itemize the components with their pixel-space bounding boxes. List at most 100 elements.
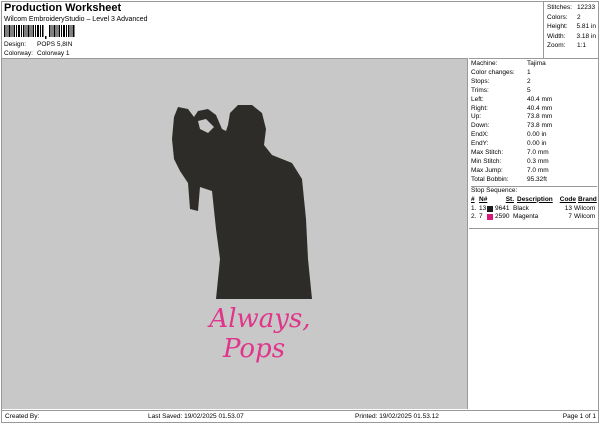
- summary-key: Width:: [547, 32, 566, 40]
- detail-value: 0.3 mm: [527, 157, 549, 165]
- detail-value: 0.00 in: [527, 131, 547, 139]
- footer: Created By: Last Saved: 19/02/2025 01.53…: [2, 410, 599, 422]
- design-row: Design: POPS 5,8IN: [4, 41, 72, 48]
- summary-key: Height:: [547, 23, 568, 30]
- summary-value: 1:1: [577, 42, 587, 49]
- row-st: 9641: [495, 204, 510, 212]
- detail-row: Up: 73.8 mm: [471, 113, 597, 122]
- col-description: Description: [517, 195, 553, 203]
- detail-key: Machine:: [471, 60, 498, 67]
- summary-row: Height: 5.81 in: [547, 22, 596, 32]
- detail-key: Color changes:: [471, 68, 515, 76]
- summary-value: 12233: [577, 4, 596, 11]
- col-code: Code: [559, 195, 576, 203]
- detail-key: Max Jump:: [471, 166, 503, 174]
- summary-key: Stitches:: [547, 4, 572, 11]
- row-n: 7: [479, 213, 483, 221]
- row-description: Magenta: [513, 213, 539, 221]
- detail-row: Max Jump: 7.0 mm: [471, 167, 597, 176]
- row-code: 13: [564, 204, 572, 212]
- detail-row: EndY: 0.00 in: [471, 140, 597, 149]
- stop-sequence-row: 2. 7 2590 Magenta 7 Wilcom: [471, 213, 597, 222]
- detail-value: Tajima: [527, 60, 546, 67]
- detail-row: Down: 73.8 mm: [471, 122, 597, 131]
- thread-color-swatch: [487, 214, 493, 221]
- row-code: 7: [568, 213, 572, 221]
- detail-key: Max Stitch:: [471, 149, 504, 157]
- detail-value: 95.32ft: [527, 175, 547, 183]
- last-saved: Last Saved: 19/02/2025 01.53.07: [148, 413, 244, 420]
- row-brand: Wilcom: [574, 213, 596, 221]
- detail-key: Left:: [471, 95, 484, 103]
- detail-row: Trims: 5: [471, 87, 597, 96]
- detail-value: 1: [527, 68, 531, 76]
- detail-row: Color changes: 1: [471, 69, 597, 78]
- detail-row: Machine: Tajima: [471, 60, 597, 69]
- printed-date: Printed: 19/02/2025 01.53.12: [355, 413, 439, 420]
- detail-row: Stops: 2: [471, 78, 597, 87]
- detail-value: 7.0 mm: [527, 149, 549, 157]
- detail-value: 73.8 mm: [527, 113, 553, 121]
- detail-row: Right: 40.4 mm: [471, 105, 597, 114]
- summary-key: Colors:: [547, 13, 568, 21]
- detail-key: Down:: [471, 122, 490, 130]
- summary-row: Colors: 2: [547, 13, 596, 23]
- summary-row: Stitches: 12233: [547, 3, 596, 13]
- detail-key: Min Stitch:: [471, 157, 502, 165]
- detail-key: Stops:: [471, 77, 490, 85]
- details-panel: Machine: Tajima Color changes: 1 Stops: 2 Trim…: [469, 58, 599, 409]
- detail-value: 5: [527, 86, 531, 94]
- detail-key: Trims:: [471, 86, 489, 94]
- detail-key: EndX:: [471, 131, 489, 139]
- detail-value: 2: [527, 77, 531, 85]
- detail-value: 0.00 in: [527, 140, 547, 148]
- software-name: Wilcom EmbroideryStudio – Level 3 Advanc…: [4, 16, 148, 23]
- embroidery-silhouette: Always, Pops: [172, 105, 312, 364]
- summary-row: Zoom: 1:1: [547, 41, 596, 51]
- row-st: 2590: [495, 213, 510, 221]
- stop-sequence-header: # N# St. Description Code Brand: [471, 196, 597, 205]
- design-text-line2: Pops: [222, 334, 285, 364]
- design-value: POPS 5,8IN: [37, 41, 73, 48]
- colorway-value: Colorway 1: [37, 50, 70, 57]
- summary-row: Width: 3.18 in: [547, 32, 596, 42]
- detail-row: Total Bobbin: 95.32ft: [471, 176, 597, 185]
- stop-sequence-title: Stop Sequence:: [471, 185, 597, 196]
- page-number: Page 1 of 1: [562, 413, 596, 420]
- detail-value: 73.8 mm: [527, 122, 553, 130]
- thread-color-swatch: [487, 205, 493, 212]
- detail-row: Left: 40.4 mm: [471, 96, 597, 105]
- detail-key: Up:: [471, 113, 482, 121]
- detail-value: 40.4 mm: [527, 95, 553, 103]
- colorway-label: Colorway:: [4, 50, 33, 57]
- row-num: 2.: [471, 213, 477, 221]
- col-brand: Brand: [578, 195, 597, 203]
- summary-value: 3.18 in: [576, 32, 596, 40]
- col-st: St.: [505, 195, 514, 203]
- design-label: Design:: [4, 41, 27, 48]
- row-description: Black: [513, 204, 529, 212]
- col-n: N#: [479, 195, 488, 203]
- divider: [469, 228, 599, 229]
- created-by: Created By:: [5, 413, 40, 420]
- design-text-line1: Always,: [207, 304, 310, 334]
- barcode: [4, 25, 75, 39]
- summary-key: Zoom:: [547, 42, 566, 49]
- colorway-row: Colorway: Colorway 1: [4, 50, 70, 57]
- col-num: #: [471, 195, 475, 203]
- detail-key: EndY:: [471, 140, 489, 148]
- design-preview: Always, Pops: [2, 58, 468, 409]
- detail-value: 40.4 mm: [527, 104, 553, 112]
- stop-sequence-row: 1. 13 9641 Black 13 Wilcom: [471, 205, 597, 214]
- row-brand: Wilcom: [574, 204, 596, 212]
- detail-row: Max Stitch: 7.0 mm: [471, 149, 597, 158]
- row-num: 1.: [471, 204, 477, 212]
- row-n: 13: [479, 204, 487, 212]
- detail-key: Right:: [471, 104, 488, 112]
- detail-value: 7.0 mm: [527, 166, 549, 174]
- detail-row: Min Stitch: 0.3 mm: [471, 158, 597, 167]
- summary-box: Stitches: 12233 Colors: 2 Height: 5.81 in W…: [543, 1, 599, 58]
- summary-value: 5.81 in: [576, 23, 596, 30]
- detail-key: Total Bobbin:: [471, 175, 509, 183]
- summary-value: 2: [577, 13, 581, 21]
